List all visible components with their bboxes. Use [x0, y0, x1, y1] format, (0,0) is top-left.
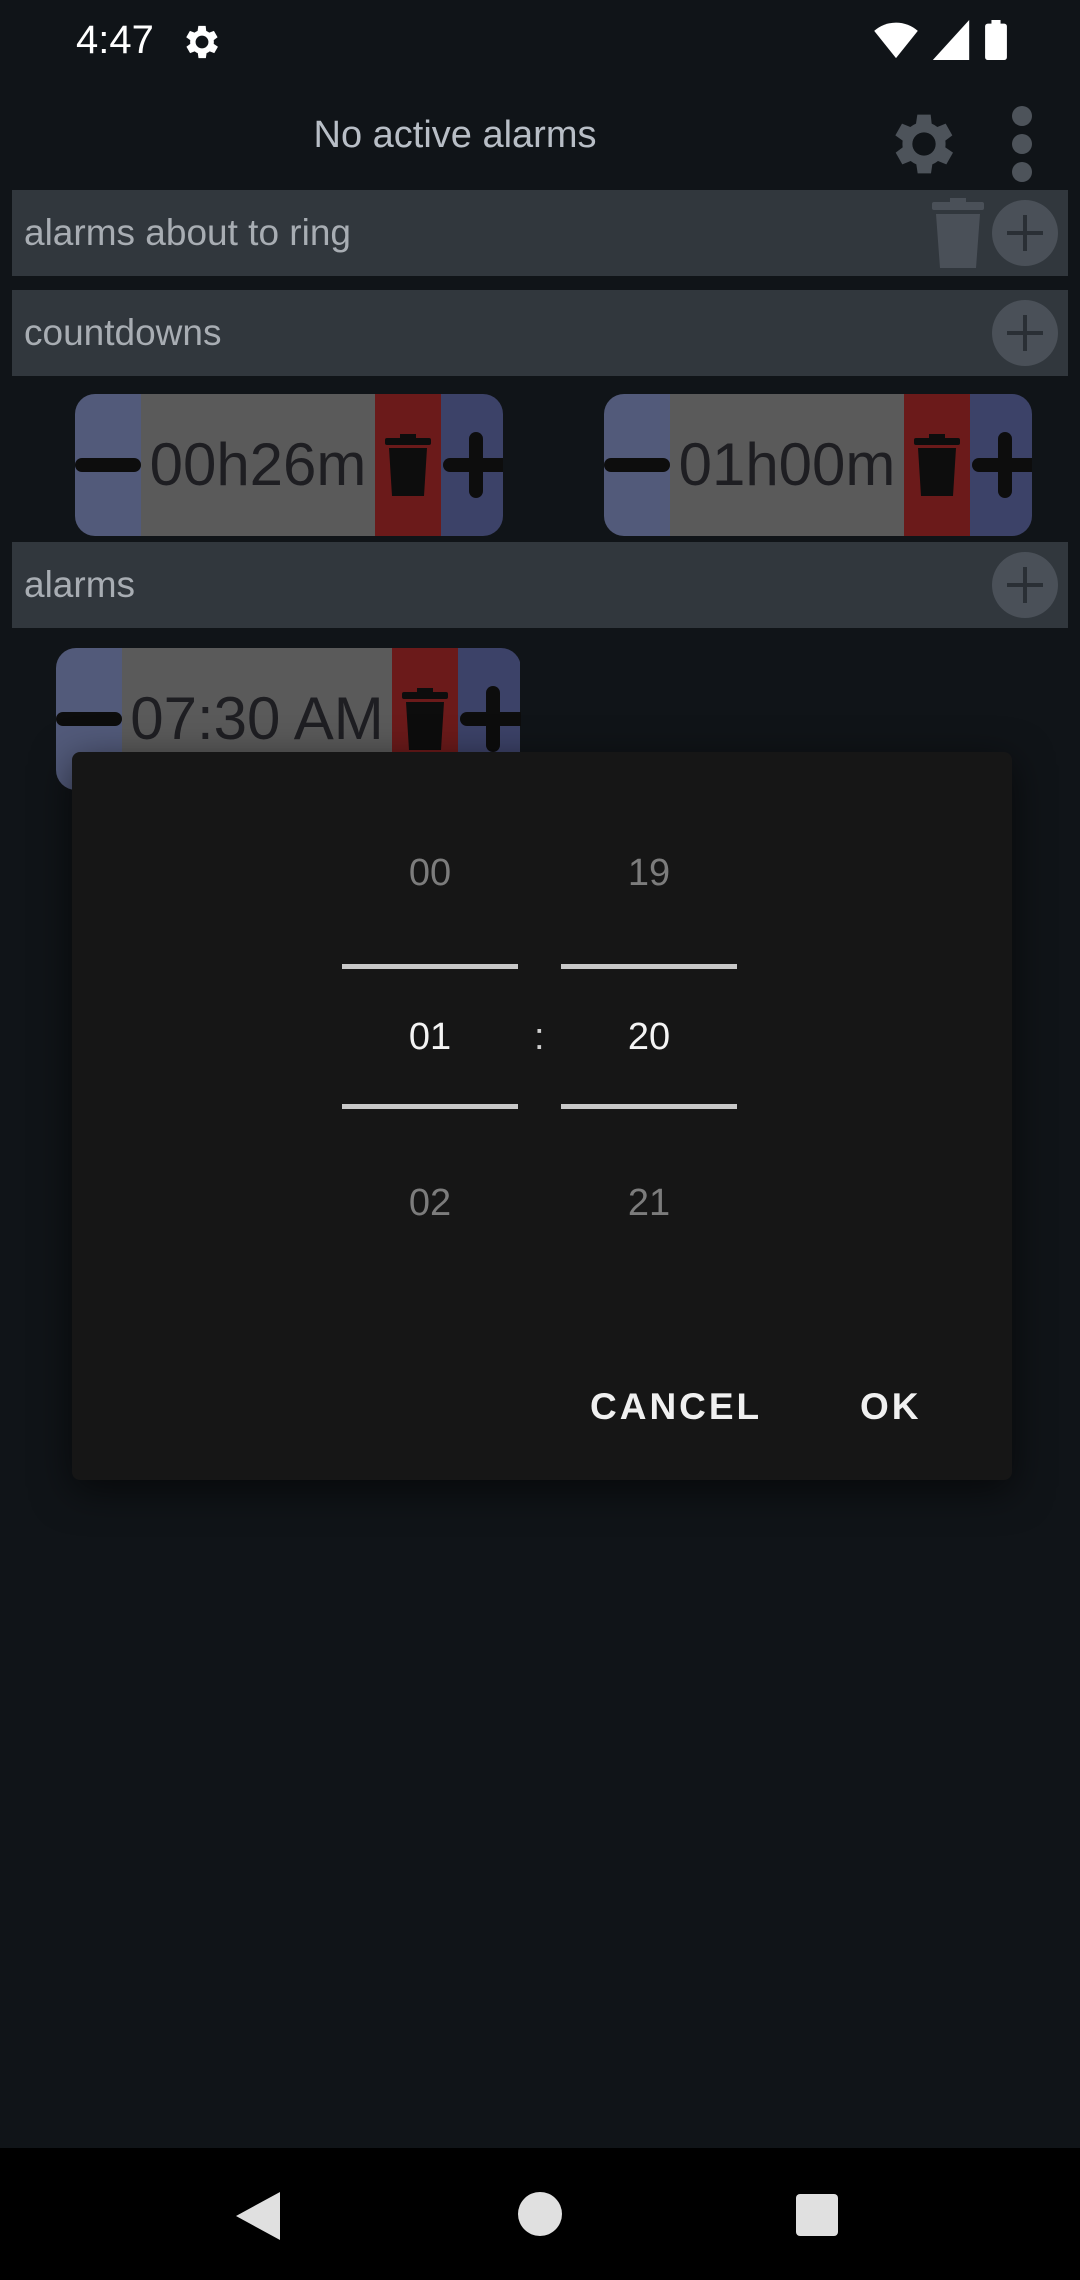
- plus-icon: [1007, 315, 1043, 351]
- countdown-chip: 01h00m: [604, 394, 1032, 536]
- section-alarms-about-to-ring: alarms about to ring: [12, 190, 1068, 276]
- status-icons: [874, 20, 1008, 60]
- increase-button[interactable]: [970, 394, 1032, 536]
- hour-prev[interactable]: 00: [342, 852, 518, 895]
- section-label: countdowns: [24, 312, 222, 353]
- hour-picker[interactable]: 00 01 02: [342, 752, 518, 1312]
- plus-icon: [1007, 215, 1043, 251]
- ok-button[interactable]: OK: [860, 1386, 922, 1428]
- minus-icon: [75, 458, 141, 472]
- trash-icon: [914, 434, 960, 496]
- countdown-time[interactable]: 00h26m: [141, 394, 375, 536]
- trash-icon: [402, 688, 448, 750]
- time-picker-dialog: 00 01 02 : 19 20 21 CANCEL OK: [72, 752, 1012, 1480]
- increase-button[interactable]: [441, 394, 503, 536]
- plus-icon-stem: [486, 686, 500, 752]
- recents-icon[interactable]: [796, 2194, 838, 2236]
- section-countdowns: countdowns: [12, 290, 1068, 376]
- hour-selected[interactable]: 01: [342, 1016, 518, 1059]
- battery-icon: [985, 20, 1007, 60]
- decrease-button[interactable]: [604, 394, 670, 536]
- countdown-chip: 00h26m: [75, 394, 503, 536]
- status-time: 4:47: [76, 18, 154, 62]
- plus-icon: [1007, 567, 1043, 603]
- add-countdown-button[interactable]: [992, 300, 1058, 366]
- minute-divider-top: [561, 964, 737, 969]
- add-button[interactable]: [992, 200, 1058, 266]
- status-bar: 4:47: [0, 0, 1080, 84]
- minute-next[interactable]: 21: [561, 1182, 737, 1225]
- app-bar-title: No active alarms: [313, 114, 597, 156]
- decrease-button[interactable]: [75, 394, 141, 536]
- hour-divider-top: [342, 964, 518, 969]
- section-alarms: alarms: [12, 542, 1068, 628]
- minute-divider-bottom: [561, 1104, 737, 1109]
- cancel-button[interactable]: CANCEL: [590, 1386, 762, 1428]
- add-alarm-button[interactable]: [992, 552, 1058, 618]
- wifi-icon: [874, 22, 918, 59]
- more-options-icon[interactable]: [1000, 104, 1044, 184]
- plus-icon-stem: [469, 432, 483, 498]
- settings-notification-icon: [186, 25, 218, 59]
- minus-icon: [56, 712, 122, 726]
- settings-icon[interactable]: [884, 104, 964, 184]
- section-label: alarms about to ring: [24, 212, 352, 253]
- countdown-time[interactable]: 01h00m: [670, 394, 904, 536]
- hour-divider-bottom: [342, 1104, 518, 1109]
- time-separator: :: [534, 1016, 545, 1058]
- delete-button[interactable]: [375, 394, 441, 536]
- section-label: alarms: [24, 564, 136, 605]
- home-icon[interactable]: [518, 2192, 562, 2236]
- hour-next[interactable]: 02: [342, 1182, 518, 1225]
- navigation-bar: [0, 2148, 1080, 2280]
- delete-button[interactable]: [904, 394, 970, 536]
- cellular-signal-icon: [932, 20, 970, 60]
- app-bar: No active alarms: [0, 84, 1080, 190]
- trash-icon[interactable]: [932, 198, 984, 268]
- plus-icon-stem: [998, 432, 1012, 498]
- back-icon[interactable]: [236, 2192, 280, 2240]
- minute-selected[interactable]: 20: [561, 1016, 737, 1059]
- trash-icon: [385, 434, 431, 496]
- minute-picker[interactable]: 19 20 21: [561, 752, 737, 1312]
- minute-prev[interactable]: 19: [561, 852, 737, 895]
- minus-icon: [604, 458, 670, 472]
